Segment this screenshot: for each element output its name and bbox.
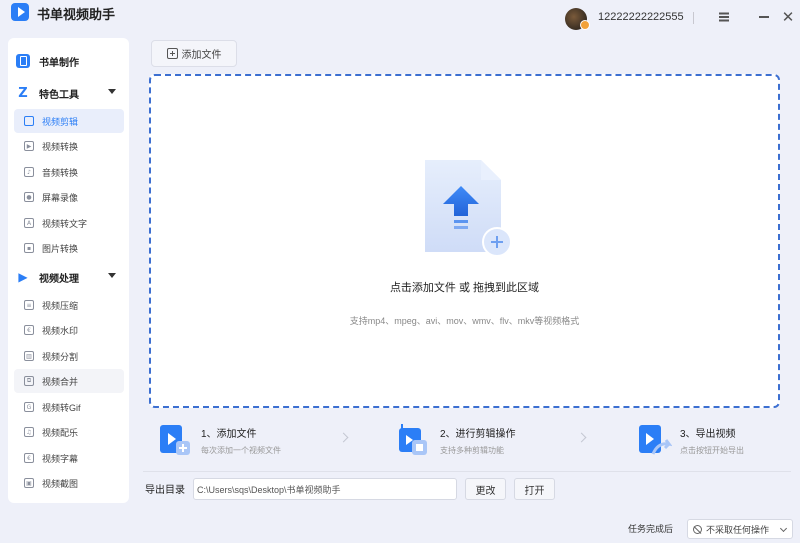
- step-subtitle: 点击按钮开始导出: [680, 445, 744, 455]
- file-drop-zone[interactable]: 点击添加文件 或 拖拽到此区域 支持mp4、mpeg、avi、mov、wmv、f…: [149, 74, 780, 408]
- audio-icon: ♪: [24, 167, 34, 177]
- add-file-step-icon: [160, 425, 190, 455]
- sidebar-item-label: 视频转换: [42, 141, 79, 152]
- add-file-button[interactable]: 添加文件: [151, 40, 237, 67]
- open-dir-button[interactable]: 打开: [514, 478, 555, 500]
- after-task-value: 不采取任何操作: [706, 524, 770, 535]
- edit-step-icon: [399, 424, 427, 455]
- sidebar-item-label: 视频转文字: [42, 218, 88, 229]
- sidebar-section-label: 特色工具: [39, 89, 79, 101]
- sidebar-item-video-to-text[interactable]: A 视频转文字: [14, 211, 124, 235]
- screenshot-icon: ▣: [24, 478, 34, 488]
- sidebar-section-tools[interactable]: Z 特色工具: [16, 83, 126, 103]
- export-step-icon: [639, 425, 672, 455]
- app-logo-icon: [11, 3, 29, 21]
- sidebar-item-label: 视频截图: [42, 478, 79, 489]
- sidebar-item-video-compress[interactable]: ≡ 视频压缩: [14, 293, 124, 317]
- sidebar-item-video-edit[interactable]: 视频剪辑: [14, 109, 124, 133]
- sidebar-item-label: 视频字幕: [42, 453, 79, 464]
- caret-down-icon: [108, 273, 116, 278]
- sidebar-item-label: 视频转Gif: [42, 402, 81, 413]
- video-icon: ▶: [18, 270, 28, 284]
- drop-zone-title: 点击添加文件 或 拖拽到此区域: [389, 282, 540, 294]
- after-task-label: 任务完成后: [628, 524, 674, 534]
- menu-icon[interactable]: [716, 9, 732, 25]
- sidebar-item-label: 视频合并: [42, 376, 79, 387]
- sidebar-item-label: 视频压缩: [42, 300, 79, 311]
- step-edit: 2、进行剪辑操作 支持多种剪辑功能: [396, 418, 516, 462]
- divider: [143, 471, 791, 472]
- sidebar-item-label: 图片转换: [42, 243, 79, 254]
- record-icon: ●: [24, 192, 34, 202]
- sidebar-section-label: 视频处理: [39, 273, 79, 285]
- sidebar-section-book[interactable]: 书单制作: [16, 51, 126, 71]
- text-icon: A: [24, 218, 34, 228]
- step-title: 2、进行剪辑操作: [440, 428, 516, 440]
- export-path-input[interactable]: [193, 478, 457, 500]
- minimize-icon[interactable]: [756, 9, 772, 25]
- step-subtitle: 每次添加一个视频文件: [201, 445, 281, 455]
- step-subtitle: 支持多种剪辑功能: [440, 445, 504, 455]
- chevron-down-icon: [779, 524, 788, 533]
- add-file-icon: [166, 48, 178, 59]
- sidebar-item-image-convert[interactable]: ▪ 图片转换: [14, 236, 124, 260]
- gif-icon: G: [24, 402, 34, 412]
- image-icon: ▪: [24, 243, 34, 253]
- chevron-right-icon: [338, 432, 349, 443]
- caret-down-icon: [108, 89, 116, 94]
- sidebar-item-label: 视频配乐: [42, 427, 79, 438]
- step-title: 1、添加文件: [201, 428, 257, 440]
- sidebar: 书单制作 Z 特色工具 视频剪辑 ▶ 视频转换 ♪ 音频转换 ● 屏幕录像 A …: [8, 38, 129, 503]
- sidebar-item-video-split[interactable]: ▥ 视频分割: [14, 344, 124, 368]
- chevron-right-icon: [576, 432, 587, 443]
- sidebar-section-label: 书单制作: [39, 57, 79, 69]
- change-dir-button[interactable]: 更改: [465, 478, 506, 500]
- after-task-select[interactable]: 不采取任何操作: [687, 519, 793, 539]
- merge-icon: ⧉: [24, 376, 34, 386]
- music-icon: ♫: [24, 427, 34, 437]
- sidebar-item-video-subtitle[interactable]: € 视频字幕: [14, 446, 124, 470]
- vip-badge-icon: [580, 20, 590, 30]
- sidebar-item-video-screenshot[interactable]: ▣ 视频截图: [14, 471, 124, 495]
- z-icon: Z: [18, 85, 28, 101]
- split-icon: ▥: [24, 351, 34, 361]
- sidebar-item-video-music[interactable]: ♫ 视频配乐: [14, 420, 124, 444]
- title-bar: 书单视频助手 12222222222555 ✕: [0, 0, 800, 36]
- sidebar-item-video-merge[interactable]: ⧉ 视频合并: [14, 369, 124, 393]
- sidebar-item-label: 屏幕录像: [42, 192, 79, 203]
- crop-icon: [24, 116, 34, 126]
- upload-file-icon: [425, 160, 512, 256]
- sidebar-item-video-convert[interactable]: ▶ 视频转换: [14, 134, 124, 158]
- subtitle-icon: €: [24, 453, 34, 463]
- video-convert-icon: ▶: [24, 141, 34, 151]
- step-add-file: 1、添加文件 每次添加一个视频文件: [157, 418, 281, 462]
- close-icon[interactable]: ✕: [780, 9, 796, 26]
- sidebar-item-video-watermark[interactable]: € 视频水印: [14, 318, 124, 342]
- supported-formats: 支持mp4、mpeg、avi、mov、wmv、flv、mkv等视频格式: [349, 316, 580, 326]
- export-dir-label: 导出目录: [145, 485, 185, 496]
- sidebar-item-label: 音频转换: [42, 167, 79, 178]
- sidebar-item-audio-convert[interactable]: ♪ 音频转换: [14, 160, 124, 184]
- sidebar-item-label: 视频分割: [42, 351, 79, 362]
- add-file-label: 添加文件: [181, 50, 222, 61]
- user-phone[interactable]: 12222222222555: [598, 11, 684, 23]
- compress-icon: ≡: [24, 300, 34, 310]
- sidebar-item-video-gif[interactable]: G 视频转Gif: [14, 395, 124, 419]
- sidebar-section-video[interactable]: ▶ 视频处理: [16, 267, 126, 287]
- sidebar-item-screen-record[interactable]: ● 屏幕录像: [14, 185, 124, 209]
- sidebar-item-label: 视频水印: [42, 325, 79, 336]
- title-divider: [693, 12, 694, 24]
- ban-icon: [693, 524, 702, 534]
- watermark-icon: €: [24, 325, 34, 335]
- step-export: 3、导出视频 点击按钮开始导出: [636, 418, 744, 462]
- book-icon: [16, 54, 30, 68]
- sidebar-item-label: 视频剪辑: [42, 116, 79, 127]
- step-title: 3、导出视频: [680, 428, 736, 440]
- app-title: 书单视频助手: [37, 7, 116, 22]
